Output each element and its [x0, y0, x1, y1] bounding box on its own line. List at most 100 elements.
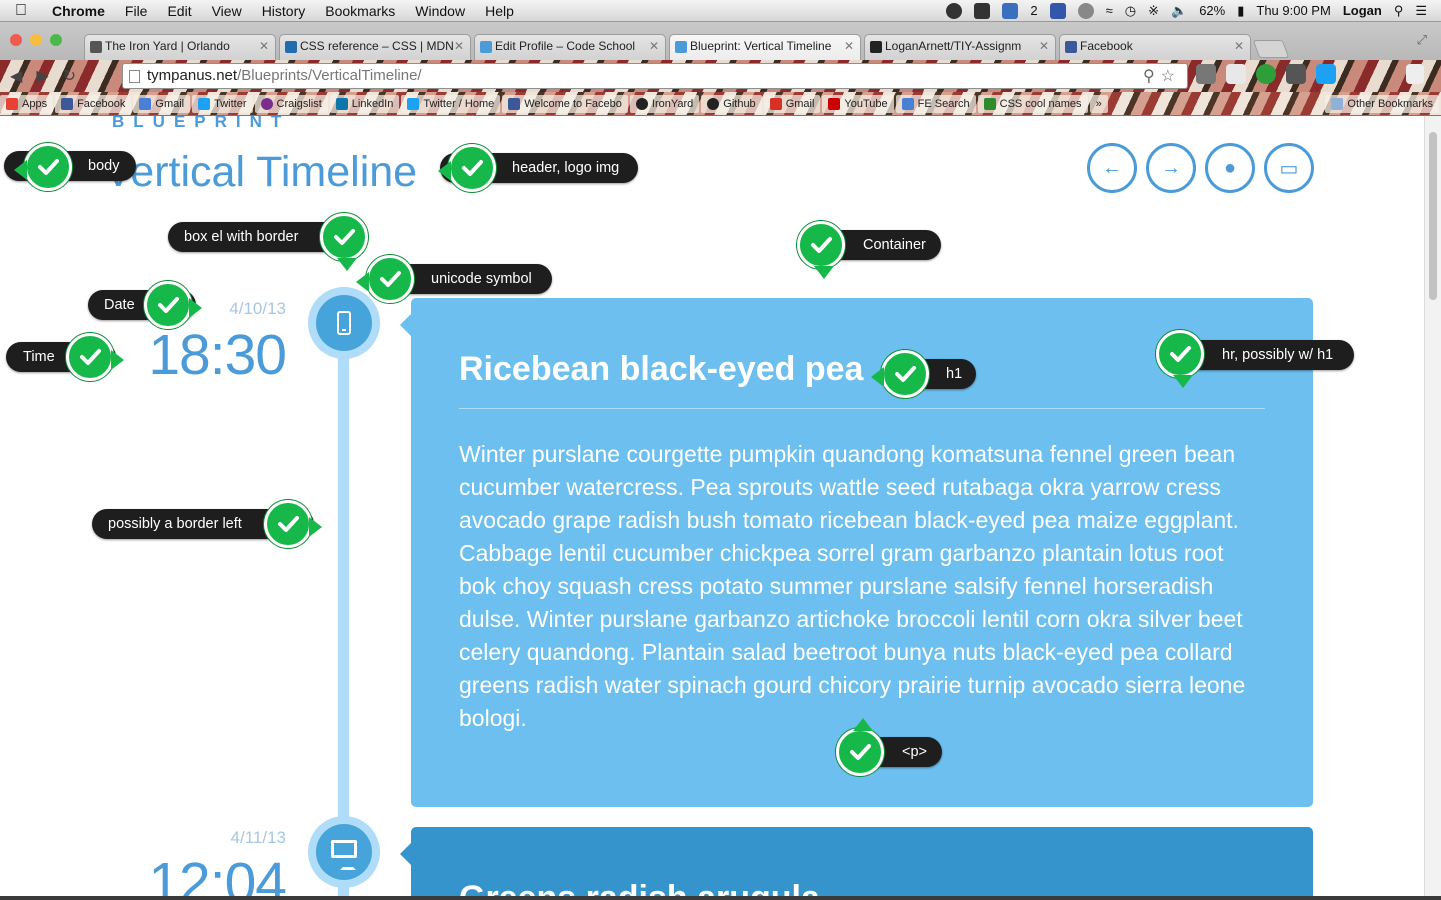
tab-favicon: [1065, 41, 1077, 53]
close-icon[interactable]: ✕: [454, 39, 464, 53]
extension-icon[interactable]: [1256, 64, 1276, 84]
tab-facebook[interactable]: Facebook ✕: [1059, 34, 1251, 60]
bookmark-facebook[interactable]: Facebook: [55, 94, 132, 113]
bookmark-welcome-facebook[interactable]: Welcome to Facebo: [502, 94, 628, 113]
close-icon[interactable]: ✕: [1039, 39, 1049, 53]
bluetooth-icon[interactable]: ※: [1148, 3, 1159, 19]
check-icon: [264, 500, 322, 548]
battery-icon[interactable]: ▮: [1237, 3, 1244, 19]
tab-label: Blueprint: Vertical Timeline: [690, 39, 832, 53]
bookmark-css-cool-names[interactable]: CSS cool names: [977, 94, 1088, 113]
page-scrollbar[interactable]: [1424, 116, 1441, 896]
tab-favicon: [90, 41, 102, 53]
google-icon: [901, 97, 914, 110]
bookmark-gmail[interactable]: Gmail: [133, 94, 191, 113]
minimize-window-button[interactable]: [30, 34, 42, 46]
flag-icon[interactable]: [1049, 2, 1066, 19]
list-icon[interactable]: ☰: [1415, 3, 1427, 19]
youtube-icon: [828, 97, 841, 110]
entry-date: 4/11/13: [230, 828, 286, 847]
bookmarks-bar: Apps Facebook Gmail Twitter Craigslist L…: [0, 92, 1441, 116]
scrollbar-thumb[interactable]: [1429, 132, 1437, 300]
bookmarks-overflow[interactable]: »: [1089, 94, 1108, 113]
chat-icon[interactable]: [1077, 2, 1094, 19]
bookmark-github[interactable]: Github: [701, 94, 762, 113]
eyedropper-icon[interactable]: [1196, 64, 1216, 84]
check-icon: [836, 718, 884, 776]
reload-icon[interactable]: ↻: [63, 66, 76, 86]
bookmark-ironyard[interactable]: IronYard: [629, 94, 700, 113]
menu-help[interactable]: Help: [475, 3, 524, 19]
close-icon[interactable]: ✕: [1234, 39, 1244, 53]
peace-icon: [260, 97, 273, 110]
battery-level[interactable]: 62%: [1199, 3, 1225, 18]
menu-icon[interactable]: [1406, 64, 1424, 84]
menu-file[interactable]: File: [115, 3, 158, 19]
menu-window[interactable]: Window: [405, 3, 475, 19]
address-bar[interactable]: tympanus.net/Blueprints/VerticalTimeline…: [122, 63, 1188, 89]
tab-code-school[interactable]: Edit Profile – Code School ✕: [474, 34, 666, 60]
check-icon: [320, 213, 368, 271]
entry-arrow: [400, 843, 411, 865]
drop-icon[interactable]: ●: [1205, 143, 1255, 193]
notes-icon[interactable]: [1226, 64, 1246, 84]
notification-badge[interactable]: 2: [1030, 3, 1037, 18]
bookmark-apps[interactable]: Apps: [0, 94, 54, 113]
menu-edit[interactable]: Edit: [157, 3, 201, 19]
bookmark-twitter[interactable]: Twitter: [192, 94, 253, 113]
mac-menubar:  Chrome File Edit View History Bookmark…: [0, 0, 1441, 22]
back-icon[interactable]: ◀: [10, 66, 22, 86]
close-icon[interactable]: ✕: [844, 39, 854, 53]
timer-icon[interactable]: [974, 2, 991, 19]
bookmark-gmail-2[interactable]: Gmail: [763, 94, 821, 113]
bookmark-youtube[interactable]: YouTube: [822, 94, 894, 113]
timeline-icon: [308, 816, 380, 888]
tab-css-reference[interactable]: CSS reference – CSS | MDN ✕: [279, 34, 471, 60]
archive-icon[interactable]: ▭: [1264, 143, 1314, 193]
star-icon[interactable]: ☆: [1161, 68, 1181, 85]
menu-view[interactable]: View: [202, 3, 252, 19]
tab-label: The Iron Yard | Orlando: [105, 39, 230, 53]
timeline-icon: [308, 287, 380, 359]
clock-icon[interactable]: ◷: [1125, 3, 1136, 19]
dropbox-icon[interactable]: [1002, 2, 1019, 19]
tab-iron-yard[interactable]: The Iron Yard | Orlando ✕: [84, 34, 276, 60]
tab-label: LoganArnett/TIY-Assignm: [885, 39, 1022, 53]
menubar-clock[interactable]: Thu 9:00 PM: [1256, 3, 1330, 18]
arrow-left-icon[interactable]: ←: [1087, 143, 1137, 193]
check-icon: [66, 333, 124, 381]
address-path: /Blueprints/VerticalTimeline/: [237, 67, 422, 84]
tab-label: Facebook: [1080, 39, 1133, 53]
extensions: [1196, 64, 1424, 84]
close-window-button[interactable]: [10, 34, 22, 46]
check-icon: [871, 350, 929, 398]
new-tab-button[interactable]: [1252, 40, 1290, 58]
brand-logo[interactable]: BLUEPRINT: [112, 116, 290, 132]
spotlight-icon[interactable]: ⚲: [1394, 3, 1404, 19]
menu-app[interactable]: Chrome: [42, 3, 115, 19]
bookmark-twitter-home[interactable]: Twitter / Home: [401, 94, 501, 113]
close-icon[interactable]: ✕: [649, 39, 659, 53]
menu-bookmarks[interactable]: Bookmarks: [315, 3, 405, 19]
wifi-icon[interactable]: ≈: [1106, 3, 1113, 18]
volume-icon[interactable]: 🔈: [1171, 3, 1187, 19]
status-icon[interactable]: [946, 2, 963, 19]
apple-icon[interactable]: : [0, 2, 42, 20]
other-bookmarks[interactable]: Other Bookmarks: [1325, 94, 1439, 113]
forward-icon[interactable]: ▶: [36, 66, 48, 86]
fullscreen-icon[interactable]: ⤢: [1417, 32, 1427, 48]
close-icon[interactable]: ✕: [259, 39, 269, 53]
bookmark-fe-search[interactable]: FE Search: [895, 94, 976, 113]
menubar-user[interactable]: Logan: [1343, 3, 1382, 18]
camera-icon[interactable]: [1286, 64, 1306, 84]
bookmark-linkedin[interactable]: LinkedIn: [329, 94, 400, 113]
arrow-right-icon[interactable]: →: [1146, 143, 1196, 193]
menu-history[interactable]: History: [252, 3, 316, 19]
bookmark-craigslist[interactable]: Craigslist: [254, 94, 328, 113]
folder-icon: [1331, 97, 1344, 110]
tab-blueprint[interactable]: Blueprint: Vertical Timeline ✕: [669, 34, 861, 60]
zoom-icon[interactable]: ⚲: [1143, 68, 1161, 85]
tab-github[interactable]: LoganArnett/TIY-Assignm ✕: [864, 34, 1056, 60]
twitter-icon[interactable]: [1316, 64, 1336, 84]
zoom-window-button[interactable]: [50, 34, 62, 46]
